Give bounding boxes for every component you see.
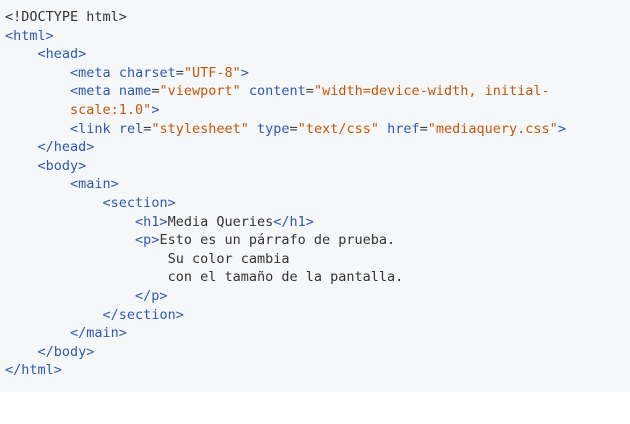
code-line-20: </html> <box>5 361 630 380</box>
code-line-2: <html> <box>5 27 630 46</box>
html-close-tag: </html> <box>5 362 62 379</box>
value-type: "text/css" <box>297 120 379 137</box>
p-text-1: Esto es un párrafo de prueba. <box>159 232 396 249</box>
meta-viewport-close: > <box>151 101 160 118</box>
p-text-2: Su color cambia <box>167 250 290 267</box>
meta-tag-open: <meta <box>70 64 111 81</box>
attr-type: type <box>257 120 290 137</box>
h1-text: Media Queries <box>167 213 274 230</box>
p-text-3: con el tamaño de la pantalla. <box>167 269 404 286</box>
value-href: "mediaquery.css" <box>427 120 558 137</box>
link-tag-close: > <box>557 120 566 137</box>
main-close-tag: </main> <box>70 325 127 342</box>
code-line-7: <link rel="stylesheet" type="text/css" h… <box>70 120 566 137</box>
code-line-9: <body> <box>5 157 630 176</box>
code-line-6: scale:1.0"> <box>5 101 630 120</box>
code-line-4: <meta charset="UTF-8"> <box>70 64 249 81</box>
code-line-11: <section> <box>5 194 630 213</box>
value-viewport: "viewport" <box>159 83 241 100</box>
code-line-8: </head> <box>5 138 630 157</box>
code-line-1: <!DOCTYPE html> <box>5 8 630 27</box>
attr-content: content <box>248 83 306 100</box>
attr-charset: charset <box>118 64 176 81</box>
attr-name: name <box>118 83 152 100</box>
code-line-17: </section> <box>5 306 630 325</box>
code-line-16: </p> <box>5 287 630 306</box>
code-line-14: Su color cambia <box>5 250 630 269</box>
head-close-tag: </head> <box>37 139 95 156</box>
section-open-tag: <section> <box>102 194 176 211</box>
body-open-tag: <body> <box>37 157 87 174</box>
code-line-19: </body> <box>5 343 630 362</box>
h1-close-tag: </h1> <box>273 213 314 230</box>
attr-href: href <box>387 120 420 137</box>
html-open-tag: <html> <box>5 27 54 44</box>
value-charset: "UTF-8" <box>183 64 241 81</box>
value-rel: "stylesheet" <box>151 120 249 137</box>
code-line-15: con el tamaño de la pantalla. <box>5 268 630 287</box>
p-open-tag: <p> <box>135 232 160 249</box>
code-line-5: <meta name="viewport" content="width=dev… <box>70 83 550 100</box>
code-line-12: <h1>Media Queries</h1> <box>5 213 630 232</box>
value-content: "width=device-width, initial- <box>313 83 550 100</box>
code-line-10: <main> <box>5 175 630 194</box>
main-open-tag: <main> <box>70 176 119 193</box>
section-close-tag: </section> <box>102 306 184 323</box>
code-line-3: <head> <box>5 45 630 64</box>
attr-rel: rel <box>118 120 144 137</box>
h1-open-tag: <h1> <box>135 213 168 230</box>
meta-viewport-open: <meta <box>70 83 111 100</box>
code-line-13: <p>Esto es un párrafo de prueba. <box>5 231 630 250</box>
p-close-tag: </p> <box>135 287 168 304</box>
code-line-18: </main> <box>5 324 630 343</box>
body-close-tag: </body> <box>37 343 95 360</box>
meta-tag-close: > <box>240 64 249 81</box>
head-open-tag: <head> <box>37 46 87 63</box>
value-content-cont: scale:1.0" <box>70 101 152 118</box>
doctype: <!DOCTYPE html> <box>5 9 127 25</box>
code-block: <!DOCTYPE html> <html> <head> <meta char… <box>0 0 630 392</box>
link-tag-open: <link <box>70 120 111 137</box>
